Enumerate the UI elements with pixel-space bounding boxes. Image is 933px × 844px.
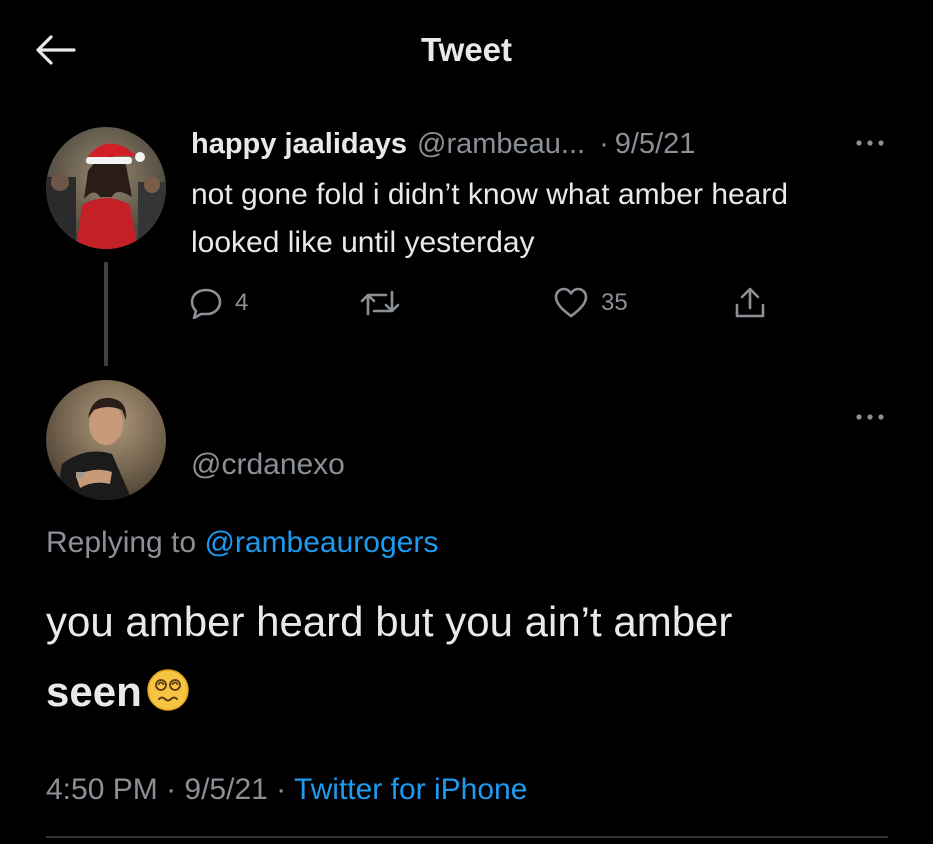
like-button[interactable]: 35 [553, 283, 628, 323]
tweet-date[interactable]: 9/5/21 [615, 122, 696, 166]
user-handle[interactable]: @rambeau... [417, 122, 585, 166]
tweet-text: you amber heard but you ain’t amber seen [46, 587, 906, 727]
divider [46, 836, 888, 838]
reply-icon [190, 288, 222, 319]
retweet-button[interactable] [358, 283, 414, 323]
heart-icon [554, 287, 588, 318]
user-handle[interactable]: @crdanexo [191, 445, 345, 485]
tweet-text-main: you amber heard but you ain’t amber [46, 598, 733, 645]
like-count: 35 [601, 289, 628, 316]
separator-dot: · [157, 773, 185, 806]
thread-line [104, 262, 108, 366]
reply-button[interactable]: 4 [189, 283, 248, 323]
share-icon [735, 287, 765, 318]
page-title: Tweet [420, 31, 513, 68]
tweet-header: happy jaalidays @rambeau... · 9/5/21 [191, 122, 911, 166]
more-options-button[interactable] [852, 405, 888, 429]
separator-dot: · [267, 773, 294, 806]
tweet-text: not gone fold i didn’t know what amber h… [191, 178, 789, 259]
tweet-date[interactable]: 9/5/21 [184, 773, 267, 806]
retweet-icon [360, 290, 400, 316]
more-options-button[interactable] [852, 131, 888, 155]
tweet-meta: 4:50 PM · 9/5/21 · Twitter for iPhone [46, 768, 527, 812]
tweet-text-bold: seen [46, 668, 142, 715]
more-horizontal-icon [856, 140, 884, 146]
tweet-source-link[interactable]: Twitter for iPhone [294, 773, 527, 806]
dizzy-face-emoji [146, 669, 189, 711]
more-horizontal-icon [856, 414, 884, 420]
replying-to-handle-link[interactable]: @rambeaurogers [204, 526, 438, 559]
replying-to-label: Replying to [46, 526, 197, 559]
share-button[interactable] [733, 283, 767, 323]
tweet-time[interactable]: 4:50 PM [46, 773, 158, 806]
replying-to: Replying to @rambeaurogers [46, 523, 438, 563]
avatar[interactable] [46, 127, 166, 249]
separator-dot: · [599, 128, 609, 160]
avatar[interactable] [46, 380, 166, 500]
display-name[interactable]: happy jaalidays [191, 122, 407, 166]
reply-count: 4 [235, 289, 249, 316]
